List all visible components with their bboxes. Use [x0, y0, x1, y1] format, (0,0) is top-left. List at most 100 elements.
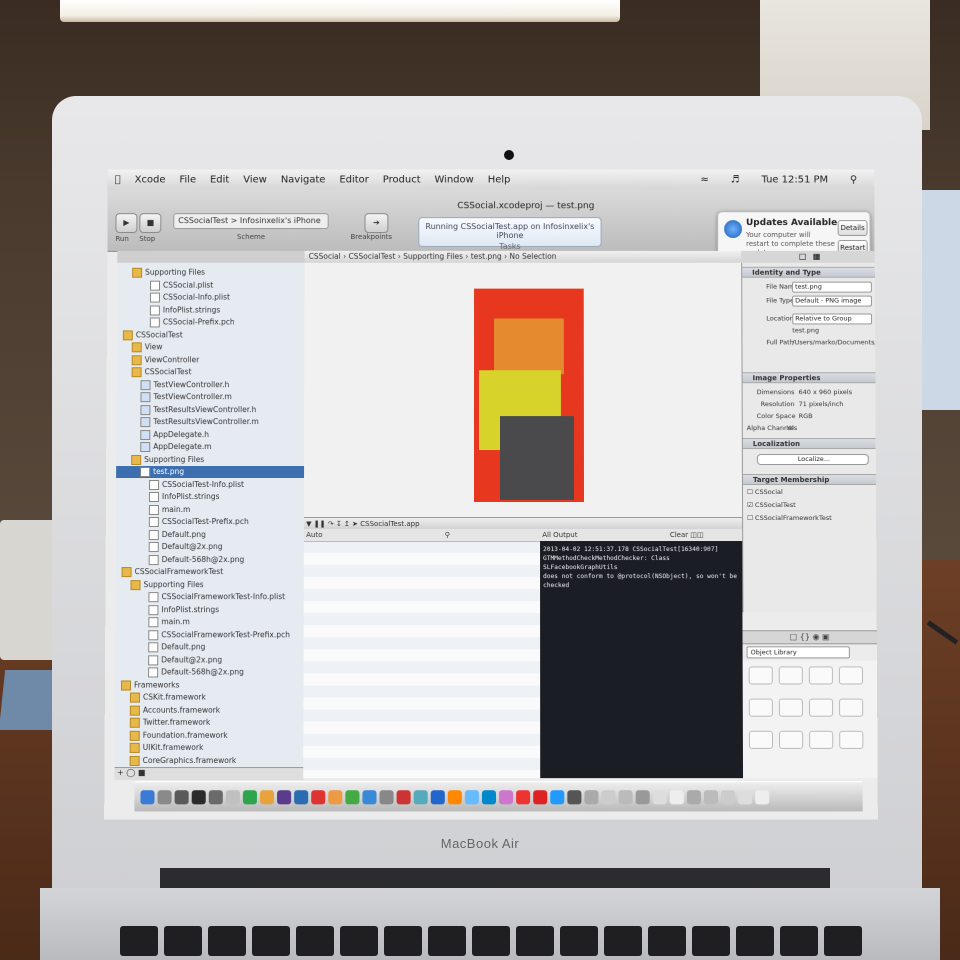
- media-library-icon[interactable]: ▣: [822, 632, 830, 641]
- location-icon[interactable]: ➤: [352, 520, 358, 528]
- clear-button[interactable]: Clear: [670, 531, 688, 539]
- navigator-item[interactable]: AppDelegate.h: [116, 429, 305, 441]
- library-item[interactable]: [839, 730, 864, 749]
- jump-crumb[interactable]: test.png: [471, 252, 502, 261]
- library-item[interactable]: [778, 698, 804, 717]
- library-item[interactable]: [778, 666, 803, 685]
- localization-header[interactable]: Localization: [742, 438, 877, 450]
- navigator-item[interactable]: CSSocialTest-Info.plist: [116, 479, 306, 491]
- dock-app-icon[interactable]: [157, 789, 172, 804]
- file-type-select[interactable]: Default - PNG image: [792, 295, 872, 307]
- navigator-item[interactable]: Accounts.framework: [115, 704, 306, 716]
- debug-target[interactable]: CSSocialTest.app: [360, 520, 419, 528]
- menu-item[interactable]: Product: [383, 174, 421, 185]
- library-item[interactable]: [748, 698, 773, 717]
- navigator-item[interactable]: CoreGraphics.framework: [115, 754, 306, 766]
- localize-button[interactable]: Localize...: [756, 454, 869, 466]
- navigator-item[interactable]: TestResultsViewController.h: [116, 404, 305, 416]
- code-snippet-icon[interactable]: {}: [800, 632, 810, 641]
- navigator-item[interactable]: Supporting Files: [115, 579, 305, 591]
- navigator-item[interactable]: Supporting Files: [117, 267, 305, 279]
- pause-icon[interactable]: ❚❚: [314, 520, 326, 528]
- library-item[interactable]: [809, 730, 834, 749]
- navigator-item[interactable]: Default.png: [115, 641, 305, 653]
- key[interactable]: [736, 926, 774, 956]
- file-template-icon[interactable]: □: [790, 632, 798, 641]
- key[interactable]: [692, 926, 730, 956]
- key[interactable]: [120, 926, 158, 956]
- navigator-filter-bar[interactable]: + ◯ ■: [114, 767, 304, 781]
- dock-app-icon[interactable]: [191, 789, 206, 804]
- navigator-item[interactable]: View: [117, 341, 306, 353]
- clock[interactable]: Tue 12:51 PM: [761, 174, 828, 185]
- key[interactable]: [516, 926, 554, 956]
- checkbox[interactable]: ☐: [747, 488, 753, 496]
- library-item[interactable]: [778, 730, 804, 749]
- menu-item[interactable]: Editor: [339, 174, 368, 185]
- key[interactable]: [604, 926, 642, 956]
- key[interactable]: [296, 926, 334, 956]
- menu-item[interactable]: Window: [435, 174, 474, 185]
- stop-button[interactable]: ■: [139, 213, 162, 234]
- hide-debug-icon[interactable]: ▼: [306, 520, 311, 528]
- key[interactable]: [648, 926, 686, 956]
- dock-app-icon[interactable]: [738, 789, 753, 804]
- key[interactable]: [780, 926, 818, 956]
- key[interactable]: [428, 926, 466, 956]
- navigator-item[interactable]: Default@2x.png: [115, 654, 306, 666]
- navigator-item[interactable]: TestViewController.h: [117, 379, 306, 391]
- library-select[interactable]: Object Library: [746, 646, 850, 659]
- dock-app-icon[interactable]: [703, 789, 719, 804]
- dock-app-icon[interactable]: [499, 789, 514, 804]
- scheme-selector[interactable]: CSSocialTest > Infosinxelix's iPhone: [173, 213, 329, 230]
- navigator-item[interactable]: Frameworks: [115, 679, 306, 691]
- target-row[interactable]: ☐ CSSocialFrameworkTest: [747, 514, 832, 522]
- dock-app-icon[interactable]: [208, 789, 223, 804]
- navigator-item[interactable]: CSSocialFrameworkTest-Info.plist: [115, 591, 305, 603]
- dock-app-icon[interactable]: [277, 789, 292, 804]
- dock-app-icon[interactable]: [652, 789, 667, 804]
- dock-app-icon[interactable]: [584, 789, 599, 804]
- library-item[interactable]: [839, 698, 864, 717]
- checkbox-checked[interactable]: ☑: [747, 501, 753, 509]
- dock-app-icon[interactable]: [447, 789, 462, 804]
- jump-crumb[interactable]: Supporting Files: [403, 252, 463, 261]
- navigator-item[interactable]: Default@2x.png: [116, 541, 306, 553]
- key[interactable]: [340, 926, 378, 956]
- navigator-item[interactable]: Default.png: [116, 529, 306, 541]
- key[interactable]: [208, 926, 246, 956]
- key[interactable]: [472, 926, 510, 956]
- dock-app-icon[interactable]: [311, 789, 326, 804]
- split-view-icon[interactable]: ◫◫: [690, 531, 703, 539]
- navigator-item[interactable]: AppDelegate.m: [116, 441, 305, 453]
- dock-app-icon[interactable]: [720, 789, 736, 804]
- library-item[interactable]: [808, 698, 834, 717]
- dock-app-icon[interactable]: [567, 789, 582, 804]
- navigator-item[interactable]: CSKit.framework: [115, 692, 306, 704]
- dock-app-icon[interactable]: [379, 789, 394, 804]
- key[interactable]: [824, 926, 862, 956]
- navigator-item[interactable]: CSSocial-Prefix.pch: [117, 316, 306, 328]
- jump-crumb[interactable]: No Selection: [509, 252, 556, 261]
- dock-app-icon[interactable]: [140, 789, 155, 804]
- dock-app-icon[interactable]: [225, 789, 240, 804]
- step-into-icon[interactable]: ↧: [336, 520, 342, 528]
- key[interactable]: [252, 926, 290, 956]
- image-properties-header[interactable]: Image Properties: [742, 372, 877, 384]
- search-icon[interactable]: ⚲: [445, 531, 450, 539]
- dock-app-icon[interactable]: [755, 789, 770, 804]
- dock-app-icon[interactable]: [516, 789, 531, 804]
- navigator-item[interactable]: main.m: [116, 504, 306, 516]
- navigator-item[interactable]: TestViewController.m: [116, 391, 305, 403]
- dock-app-icon[interactable]: [669, 789, 684, 804]
- auto-selector[interactable]: Auto: [306, 531, 322, 539]
- key[interactable]: [384, 926, 422, 956]
- dock-app-icon[interactable]: [259, 789, 275, 804]
- navigator-item[interactable]: CSSocialFrameworkTest-Prefix.pch: [115, 629, 305, 641]
- dock-app-icon[interactable]: [413, 789, 428, 804]
- file-inspector-icon[interactable]: □: [799, 252, 807, 261]
- navigator-item[interactable]: CSSocial-Info.plist: [117, 292, 306, 304]
- target-row[interactable]: ☑ CSSocialTest: [747, 501, 796, 509]
- navigator-item[interactable]: InfoPlist.strings: [115, 604, 305, 616]
- apple-icon[interactable]: : [115, 174, 121, 185]
